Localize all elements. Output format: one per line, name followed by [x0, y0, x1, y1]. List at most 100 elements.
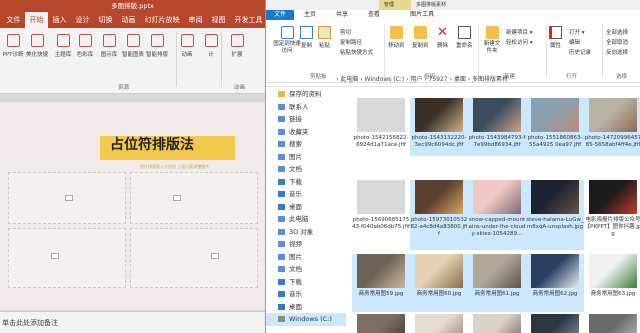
file-item[interactable] [410, 314, 468, 333]
file-item[interactable]: 商务常用图62.jpg [526, 254, 584, 312]
file-thumbnail[interactable] [473, 254, 521, 288]
ppt-tab[interactable]: 开始 [25, 12, 48, 28]
file-item[interactable]: photo-1543984793-f7e99bd86934.jfif [468, 98, 526, 156]
file-item[interactable]: 商务常用图59.jpg [352, 254, 410, 312]
file-item[interactable]: snow-capped-mountains-under-the-cloudy-s… [468, 180, 526, 250]
file-item[interactable] [352, 314, 410, 333]
file-thumbnail[interactable] [589, 180, 637, 214]
copy-to-button[interactable]: 复制到 [412, 26, 429, 49]
ppt-ribbon-button[interactable]: 图示库 [98, 34, 120, 58]
ppt-ribbon-button[interactable]: PPT诊断 [2, 34, 24, 58]
file-item[interactable]: photo-1542156822-6924d1a71ace.jfif [352, 98, 410, 156]
file-thumbnail[interactable] [589, 254, 637, 288]
copy-button[interactable]: 复制 [300, 26, 313, 49]
ppt-tab[interactable]: 插入 [48, 15, 71, 25]
slide-canvas[interactable]: 占位符排版法 图片快速放入占位符 上面只要调整图片 [0, 102, 265, 310]
file-item[interactable]: photo-1551860863-55a4925 0ea97.jfif [526, 98, 584, 156]
file-thumbnail[interactable] [473, 98, 521, 132]
nav-item[interactable]: 收藏夹 [266, 126, 346, 139]
picture-placeholder-icon[interactable] [65, 195, 73, 201]
file-thumbnail[interactable] [415, 314, 463, 333]
nav-item[interactable]: 搜索 [266, 138, 346, 151]
nav-item[interactable]: 桌面 [266, 301, 346, 314]
picture-placeholder[interactable] [8, 172, 126, 224]
move-to-button[interactable]: 移动到 [388, 26, 405, 49]
picture-placeholder[interactable] [130, 172, 258, 224]
slide-editing-area[interactable]: 占位符排版法 图片快速放入占位符 上面只要调整图片 [0, 94, 265, 311]
file-item[interactable]: steve-halama-LuGw_m8xqA-unsplash.jpg [526, 180, 584, 250]
ppt-ribbon-button[interactable]: 美化快捷 [26, 34, 48, 58]
file-item[interactable]: 商务常用图60.jpg [410, 254, 468, 312]
ppt-tab[interactable]: 审阅 [184, 15, 207, 25]
file-item[interactable]: 电影海报片排版公众号【PKPPT】图你抖趣.jpg [584, 180, 640, 250]
picture-placeholder-icon[interactable] [211, 253, 219, 259]
nav-item[interactable]: 联系人 [266, 101, 346, 114]
new-folder-button[interactable]: 新建文件夹 [482, 26, 502, 55]
ppt-tab[interactable]: 幻灯片放映 [140, 15, 184, 25]
file-thumbnail[interactable] [357, 254, 405, 288]
file-thumbnail[interactable] [415, 98, 463, 132]
ppt-ribbon-button[interactable]: 主题库 [52, 34, 74, 58]
nav-item[interactable]: 视频 [266, 238, 346, 251]
picture-placeholder[interactable] [130, 228, 258, 288]
file-item[interactable] [526, 314, 584, 333]
nav-item[interactable]: 桌面 [266, 201, 346, 214]
picture-placeholder-icon[interactable] [51, 253, 59, 259]
nav-item[interactable]: 图片 [266, 251, 346, 264]
explorer-tab[interactable]: 图片工具 [400, 10, 444, 20]
explorer-tab[interactable]: 查看 [358, 10, 390, 20]
notes-pane[interactable]: 单击此处添加备注 [0, 311, 265, 333]
nav-item[interactable]: 此电脑 [266, 213, 346, 226]
ppt-tab[interactable]: 设计 [71, 15, 94, 25]
file-thumbnail[interactable] [357, 98, 405, 132]
ppt-ribbon-button[interactable]: 智能图表 [122, 34, 144, 58]
file-item[interactable]: photo-1472099645785-5658abf4ff4e.jfif [584, 98, 640, 156]
file-thumbnail[interactable] [473, 314, 521, 333]
nav-item[interactable]: 下载 [266, 176, 346, 189]
nav-item[interactable]: 保存的资料 [266, 88, 346, 101]
nav-item[interactable]: 图片 [266, 151, 346, 164]
file-item[interactable]: 商务常用图63.jpg [584, 254, 640, 312]
file-thumbnail[interactable] [589, 314, 637, 333]
ppt-ribbon-button[interactable]: 色彩库 [74, 34, 96, 58]
file-item[interactable]: photo-1569068517543-f040ab06db75.jfif [352, 180, 410, 250]
file-item[interactable] [584, 314, 640, 333]
file-thumbnail[interactable] [531, 98, 579, 132]
nav-item[interactable]: 音乐 [266, 288, 346, 301]
ppt-ribbon-button[interactable]: 计 [200, 34, 222, 58]
ppt-tab[interactable]: 动画 [117, 15, 140, 25]
explorer-tab[interactable]: 主页 [294, 10, 326, 20]
copy-path-button[interactable]: 复制路径 [340, 38, 362, 46]
paste-shortcut-button[interactable]: 粘贴快捷方式 [340, 48, 373, 56]
file-thumbnail[interactable] [357, 314, 405, 333]
pin-quick-access-button[interactable]: 固定到快速访问 [272, 26, 302, 55]
ppt-ribbon-button[interactable]: 智能排版 [146, 34, 168, 58]
cut-button[interactable]: 剪切 [340, 28, 351, 36]
history-button[interactable]: 历史记录 [569, 48, 591, 56]
paste-button[interactable]: 粘贴 [318, 26, 331, 49]
ppt-tab[interactable]: 开发工具 [230, 15, 265, 25]
nav-item[interactable]: 音乐 [266, 188, 346, 201]
slide-subtitle[interactable]: 图片快速放入占位符 上面只要调整图片 [140, 164, 209, 170]
nav-item[interactable]: 文档 [266, 163, 346, 176]
edit-button[interactable]: 编辑 [569, 38, 580, 46]
file-item[interactable] [468, 314, 526, 333]
select-all-button[interactable]: 全部选择 [606, 28, 628, 36]
explorer-tab[interactable]: 文件 [266, 10, 295, 20]
picture-placeholder-icon[interactable] [173, 195, 181, 201]
nav-item[interactable]: Windows (C:) [266, 313, 346, 326]
nav-item[interactable]: 文档 [266, 263, 346, 276]
easy-access-button[interactable]: 轻松访问 ▾ [506, 38, 533, 46]
file-item[interactable]: 商务常用图61.jpg [468, 254, 526, 312]
file-thumbnail[interactable] [531, 180, 579, 214]
select-none-button[interactable]: 全部取消 [606, 38, 628, 46]
file-thumbnail[interactable] [531, 314, 579, 333]
file-item[interactable]: photo-1543132220-3ec99c6094dc.jfif [410, 98, 468, 156]
ppt-tab[interactable]: 文件 [2, 15, 25, 25]
nav-item[interactable]: 链接 [266, 113, 346, 126]
file-thumbnail[interactable] [531, 254, 579, 288]
ppt-ribbon-button[interactable]: 动画 [176, 34, 198, 58]
file-thumbnail[interactable] [415, 254, 463, 288]
nav-item[interactable]: 下载 [266, 276, 346, 289]
slide-title[interactable]: 占位符排版法 [110, 134, 194, 154]
